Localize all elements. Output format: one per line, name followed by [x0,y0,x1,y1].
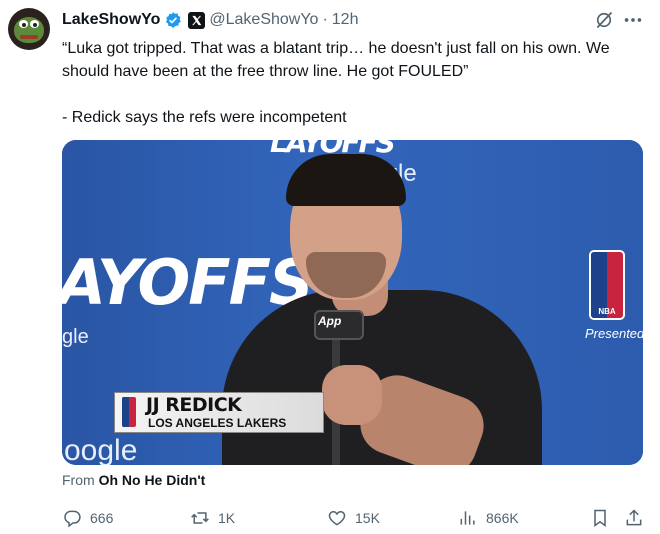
share-button[interactable] [624,506,644,530]
views-button[interactable]: 866K [458,506,519,530]
reply-count: 666 [90,510,114,526]
media-source: From Oh No He Didn't [62,472,205,488]
share-icon [626,509,642,526]
wall-wordmark-left: AYOFFS [62,246,314,319]
source-account-link[interactable]: Oh No He Didn't [99,472,206,488]
reply-button[interactable]: 666 [62,506,113,530]
tweet-header: LakeShowYo @LakeShowYo · 12h [62,10,358,30]
action-bar: 666 1K 15K 866K [62,506,652,530]
nba-logo-label: NBA [598,307,616,316]
x-affiliate-icon[interactable] [188,11,206,29]
separator-dot: · [322,11,328,28]
more-icon[interactable] [622,10,644,30]
avatar[interactable] [8,8,50,50]
bookmark-button[interactable] [590,506,610,530]
like-button[interactable]: 15K [327,506,380,530]
tweet-media-image[interactable]: oogle LAYOFFS AYOFFS gle oogle NBA Prese… [62,140,643,465]
source-prefix: From [62,472,95,488]
wall-sponsor-bottom: oogle [64,434,138,465]
avatar-frog [14,17,44,43]
avatar-eye [30,20,39,28]
author-handle[interactable]: @LakeShowYo [209,11,318,29]
reply-icon [64,510,81,528]
views-count: 866K [486,510,519,526]
nba-logo: NBA [589,250,625,320]
verified-badge-icon [166,12,182,28]
presented-by-text: Presented by [585,326,643,341]
like-count: 15K [355,510,380,526]
lower-third-nba-logo [122,397,136,427]
lower-third-name: JJ REDICK [146,394,242,416]
wall-sponsor-left: gle [62,326,89,348]
timestamp[interactable]: 12h [332,11,359,29]
repost-button[interactable]: 1K [190,506,235,530]
lower-third-team: LOS ANGELES LAKERS [148,416,287,430]
speaker-hair [286,154,406,206]
repost-icon [191,512,209,524]
tweet-text: “Luka got tripped. That was a blatant tr… [62,40,610,126]
grok-icon[interactable] [594,10,614,30]
speaker-hand [322,365,382,425]
bookmark-icon [594,509,606,527]
like-icon [328,510,346,526]
avatar-eye [19,20,28,28]
microphone-label: App [318,314,342,328]
author-name[interactable]: LakeShowYo [62,11,160,29]
views-icon [460,511,475,525]
repost-count: 1K [218,510,236,526]
avatar-mouth [20,35,38,39]
